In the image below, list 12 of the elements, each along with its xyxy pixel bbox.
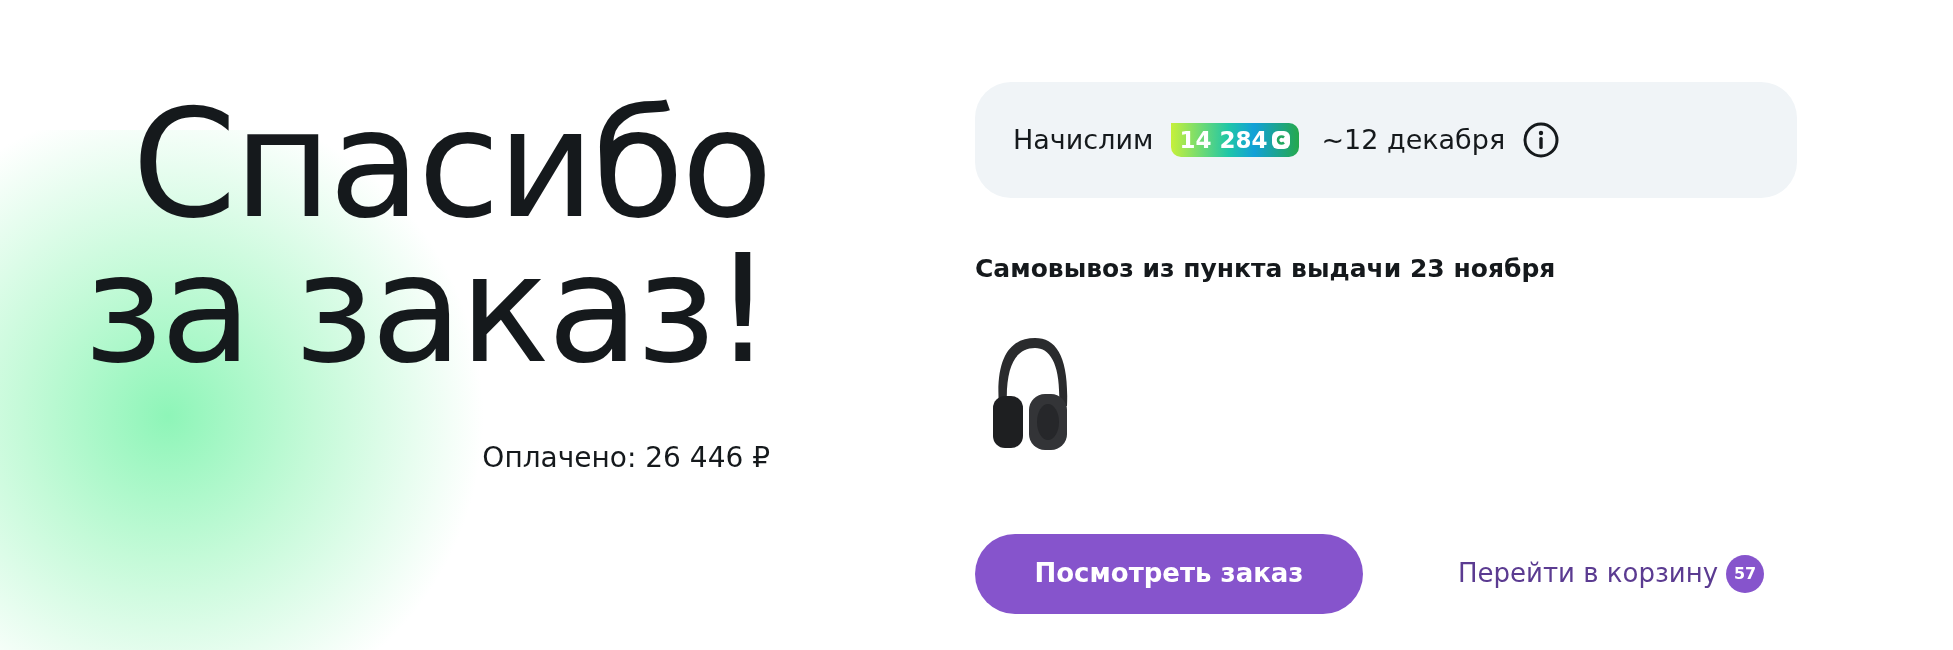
- cart-link[interactable]: Перейти в корзину: [1458, 554, 1719, 593]
- info-icon[interactable]: [1523, 122, 1560, 158]
- heading-line: Спасибо: [132, 92, 770, 237]
- delivery-title: Самовывоз из пункта выдачи 23 ноября: [975, 253, 1557, 285]
- paid-amount: Оплачено: 26 446 ₽: [482, 440, 770, 476]
- view-order-button[interactable]: Посмотреть заказ: [975, 533, 1363, 614]
- heading-line: за заказ!: [83, 237, 770, 382]
- bonus-date: ~12 декабря: [1321, 122, 1506, 157]
- bonus-label: Начислим: [1013, 122, 1154, 157]
- cart-count-badge: 57: [1726, 554, 1765, 593]
- bonus-badge: 14 284: [1171, 123, 1300, 157]
- coin-icon: [1271, 130, 1292, 150]
